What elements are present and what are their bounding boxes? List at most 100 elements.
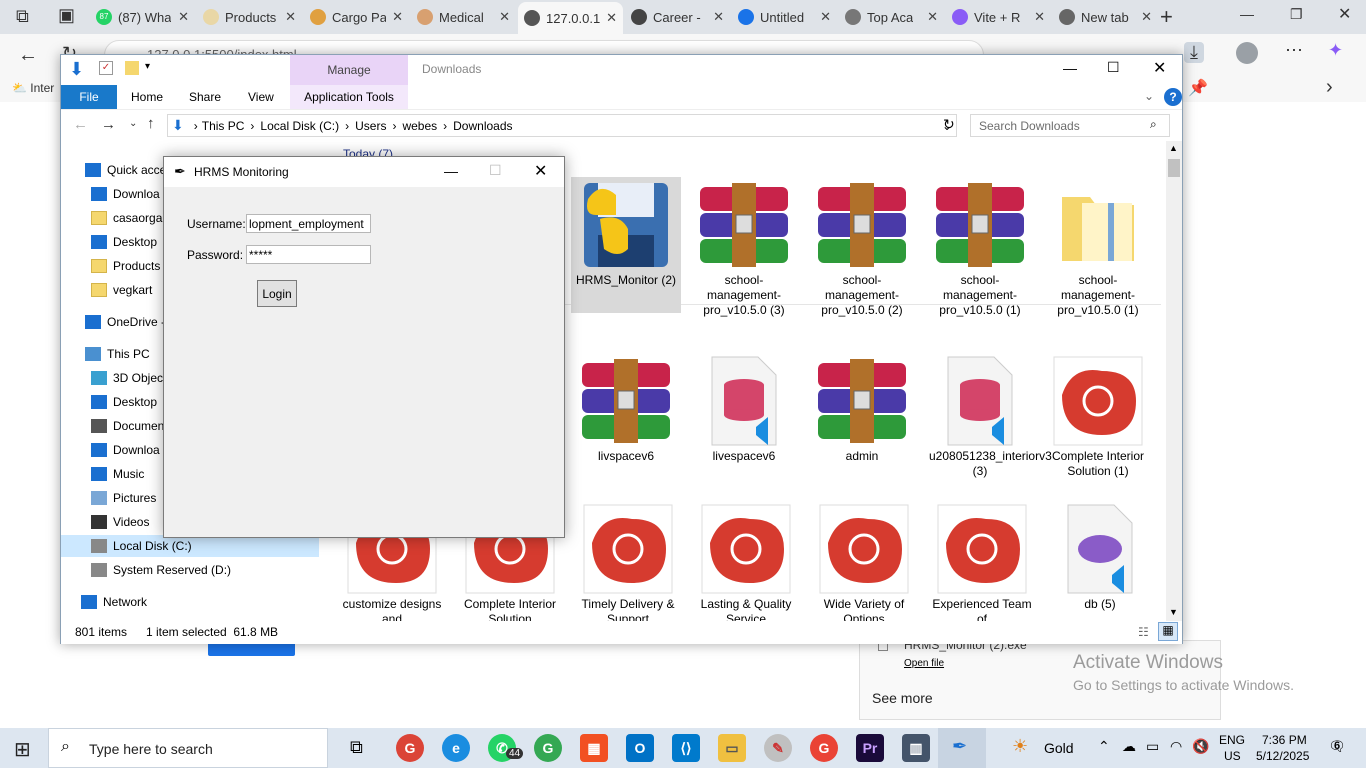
close-tab-icon[interactable]: ✕: [1141, 9, 1152, 25]
browser-tab[interactable]: 87 (87) Wha ✕: [90, 4, 195, 30]
paint-taskbar-icon[interactable]: ✎: [764, 734, 792, 762]
file-item[interactable]: u208051238_interiorv3 (3): [925, 353, 1052, 489]
edge-taskbar-icon[interactable]: e: [442, 734, 470, 762]
browser-tab[interactable]: Vite + R ✕: [946, 4, 1051, 30]
close-tab-icon[interactable]: ✕: [178, 9, 189, 25]
python-feather-taskbar-item[interactable]: ✒: [938, 728, 986, 768]
pin-icon[interactable]: 📌: [1188, 78, 1208, 98]
properties-icon[interactable]: ✓: [99, 61, 113, 75]
file-item[interactable]: admin: [807, 353, 917, 489]
breadcrumb-item[interactable]: Local Disk (C:): [260, 119, 339, 133]
browser-tab[interactable]: New tab ✕: [1053, 4, 1158, 30]
sidebar-item[interactable]: Network: [61, 591, 319, 613]
chrome-profile-taskbar-icon[interactable]: G: [534, 734, 562, 762]
vertical-scrollbar[interactable]: ▲ ▼: [1166, 141, 1182, 621]
more-menu-icon[interactable]: ⋯: [1285, 40, 1303, 61]
open-file-link[interactable]: Open file: [904, 658, 944, 669]
browser-tab[interactable]: Untitled ✕: [732, 4, 837, 30]
see-more-link[interactable]: See more: [872, 690, 933, 706]
sidebar-item[interactable]: System Reserved (D:): [61, 559, 319, 581]
chrome-taskbar-icon[interactable]: G: [396, 734, 424, 762]
tab-file[interactable]: File: [61, 85, 117, 109]
browser-tab[interactable]: Cargo Pa ✕: [304, 4, 409, 30]
close-icon[interactable]: ✕: [1153, 58, 1166, 78]
vertical-tabs-icon[interactable]: ▣: [58, 5, 75, 26]
close-tab-icon[interactable]: ✕: [927, 9, 938, 25]
large-icons-view-icon[interactable]: ▦: [1158, 622, 1178, 641]
close-tab-icon[interactable]: ✕: [285, 9, 296, 25]
task-view-icon[interactable]: ⧉: [350, 737, 363, 758]
file-item[interactable]: Experienced Team of: [927, 501, 1037, 621]
ribbon-expand-icon[interactable]: ⌄: [1144, 89, 1154, 103]
chevron-up-icon[interactable]: ⌃: [1098, 738, 1110, 755]
cloud-icon[interactable]: ☁: [1122, 738, 1136, 755]
close-tab-icon[interactable]: ✕: [1034, 9, 1045, 25]
browser-tab[interactable]: 127.0.0.1 ✕: [518, 2, 623, 34]
file-explorer-taskbar-icon[interactable]: ▭: [718, 734, 746, 762]
browser-tab[interactable]: Products ✕: [197, 4, 302, 30]
breadcrumb[interactable]: ⬇ › This PC › Local Disk (C:) › Users › …: [167, 114, 957, 137]
clock-time[interactable]: 7:36 PM: [1262, 733, 1307, 747]
profile-avatar[interactable]: [1236, 42, 1258, 64]
weather-text[interactable]: Gold: [1044, 740, 1074, 756]
minimize-icon[interactable]: —: [1240, 6, 1254, 22]
sidebar-item[interactable]: Local Disk (C:): [61, 535, 319, 557]
tab-application-tools[interactable]: Application Tools: [290, 85, 408, 109]
store-taskbar-icon[interactable]: ▦: [580, 734, 608, 762]
scroll-thumb[interactable]: [1168, 159, 1180, 177]
username-input[interactable]: [246, 214, 371, 233]
lang-secondary[interactable]: US: [1224, 749, 1241, 763]
recent-dropdown-icon[interactable]: ⌄: [129, 118, 137, 129]
login-button[interactable]: Login: [257, 280, 297, 307]
file-item[interactable]: Wide Variety of Options: [809, 501, 919, 621]
close-tab-icon[interactable]: ✕: [392, 9, 403, 25]
breadcrumb-item[interactable]: Users: [355, 119, 386, 133]
tab-view[interactable]: View: [238, 85, 284, 109]
file-item[interactable]: school-management-pro_v10.5.0 (3): [689, 177, 799, 317]
close-tab-icon[interactable]: ✕: [606, 10, 617, 26]
browser-tab[interactable]: Medical ✕: [411, 4, 516, 30]
close-tab-icon[interactable]: ✕: [713, 9, 724, 25]
clock-date[interactable]: 5/12/2025: [1256, 749, 1309, 763]
file-item[interactable]: db (5): [1045, 501, 1155, 621]
file-item[interactable]: Timely Delivery & Support: [573, 501, 683, 621]
close-tab-icon[interactable]: ✕: [499, 9, 510, 25]
qat-dropdown-icon[interactable]: ▾: [145, 61, 150, 72]
browser-tab[interactable]: Career - ✕: [625, 4, 730, 30]
close-icon[interactable]: ✕: [534, 161, 547, 181]
scroll-up-icon[interactable]: ▲: [1169, 143, 1178, 153]
workspaces-icon[interactable]: ⧉: [16, 6, 29, 27]
scroll-down-icon[interactable]: ▼: [1169, 607, 1178, 617]
file-item[interactable]: school-management-pro_v10.5.0 (1): [925, 177, 1035, 317]
back-arrow-icon[interactable]: ←: [73, 116, 88, 133]
browser-tab[interactable]: Top Aca ✕: [839, 4, 944, 30]
premiere-taskbar-icon[interactable]: Pr: [856, 734, 884, 762]
lang-primary[interactable]: ENG: [1219, 733, 1245, 747]
new-tab-plus-icon[interactable]: +: [1160, 4, 1173, 30]
copilot-icon[interactable]: ✦: [1328, 40, 1343, 61]
battery-icon[interactable]: ▭: [1146, 738, 1159, 755]
file-item[interactable]: school-management-pro_v10.5.0 (2): [807, 177, 917, 317]
breadcrumb-item[interactable]: webes: [402, 119, 437, 133]
breadcrumb-item[interactable]: Downloads: [453, 119, 512, 133]
restore-icon[interactable]: ❐: [1290, 6, 1303, 23]
chevron-right-icon[interactable]: ›: [1326, 76, 1333, 99]
file-item[interactable]: Complete Interior Solution (1): [1043, 353, 1153, 489]
volume-icon[interactable]: 🔇: [1192, 738, 1209, 755]
vscode-taskbar-icon[interactable]: ⟨⟩: [672, 734, 700, 762]
new-folder-icon[interactable]: [125, 61, 139, 75]
minimize-icon[interactable]: —: [1063, 60, 1077, 76]
taskbar-search[interactable]: ⌕ Type here to search: [48, 728, 328, 768]
tab-share[interactable]: Share: [179, 85, 231, 109]
ribbon-context-tab[interactable]: Manage: [290, 55, 408, 85]
file-item[interactable]: Lasting & Quality Service: [691, 501, 801, 621]
search-input[interactable]: Search Downloads: [970, 114, 1170, 137]
up-arrow-icon[interactable]: ↑: [147, 115, 155, 132]
tab-home[interactable]: Home: [121, 85, 173, 109]
file-item[interactable]: HRMS_Monitor (2): [571, 177, 681, 313]
forward-arrow-icon[interactable]: →: [101, 116, 116, 133]
refresh-icon[interactable]: ↻: [943, 116, 955, 133]
windows-start-icon[interactable]: ⊞: [14, 737, 31, 762]
bookmark-item[interactable]: ⛅ Inter: [12, 81, 54, 95]
outlook-taskbar-icon[interactable]: O: [626, 734, 654, 762]
